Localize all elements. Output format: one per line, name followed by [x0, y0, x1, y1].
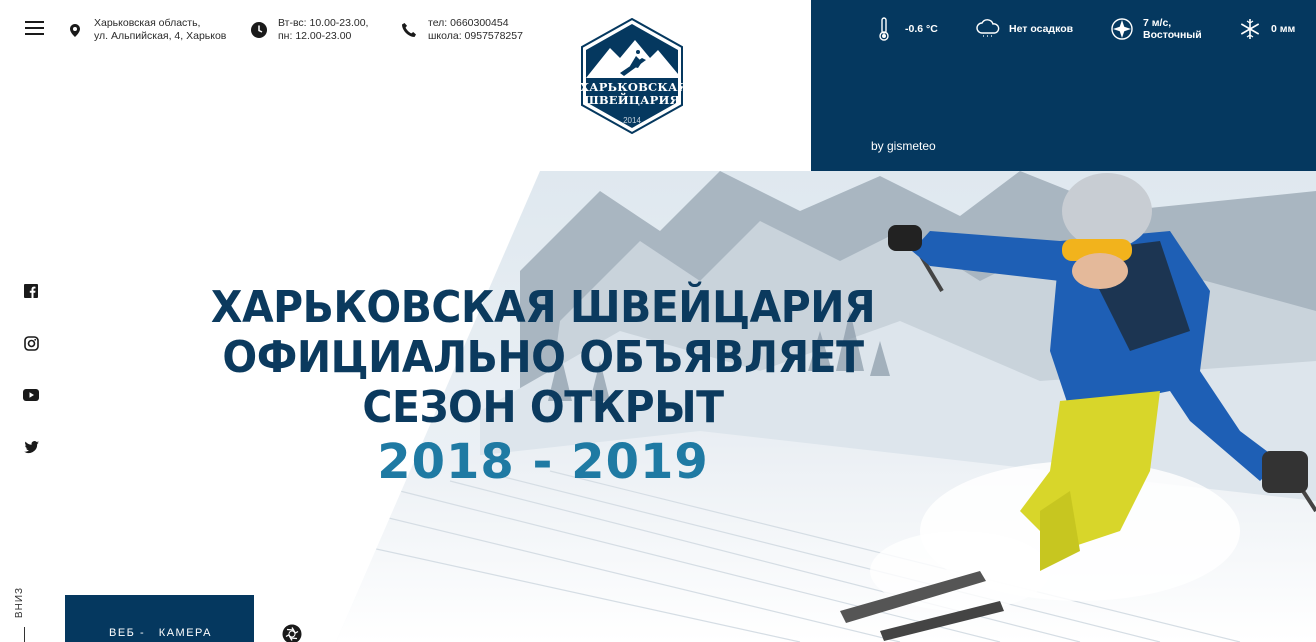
- precipitation-value: Нет осадков: [1009, 23, 1074, 35]
- hours-line-1: Вт-вс: 10.00-23.00,: [278, 17, 369, 29]
- logo-title-line-2: ШВЕЙЦАРИЯ: [584, 93, 680, 107]
- headline-line-3: СЕЗОН ОТКРЫТ: [362, 382, 724, 433]
- youtube-icon[interactable]: [22, 386, 40, 404]
- weather-wind: 7 м/с, Восточный: [1109, 16, 1202, 42]
- cloud-icon: [975, 16, 1001, 42]
- weather-snow: 0 мм: [1237, 16, 1295, 42]
- address-line-1: Харьковская область,: [94, 17, 201, 29]
- gismeteo-link[interactable]: by gismeteo: [871, 139, 936, 153]
- phone-line-1[interactable]: тел: 0660300454: [428, 17, 523, 30]
- hours-line-2: пн: 12.00-23.00: [278, 29, 352, 42]
- temperature-value: -0.6 °C: [905, 23, 938, 35]
- weather-temperature: -0.6 °C: [871, 16, 938, 42]
- camera-aperture-icon[interactable]: [282, 624, 302, 642]
- scroll-down-link[interactable]: ВНИЗ: [14, 583, 32, 642]
- headline-line-2: ОФИЦИАЛЬНО ОБЪЯВЛЯЕТ: [222, 332, 864, 383]
- scroll-down-label: ВНИЗ: [14, 586, 26, 619]
- wind-direction: Восточный: [1143, 29, 1202, 41]
- address-line-2: ул. Альпийская, 4, Харьков: [94, 29, 227, 42]
- address-info: Харьковская область, ул. Альпийская, 4, …: [66, 17, 226, 42]
- scroll-down-line: [24, 627, 25, 642]
- site-logo[interactable]: ХАРЬКОВСКАЯ ШВЕЙЦАРИЯ 2014: [580, 18, 688, 134]
- wind-speed: 7 м/с,: [1143, 17, 1172, 29]
- headline-line-1: ХАРЬКОВСКАЯ ШВЕЙЦАРИЯ: [210, 282, 876, 333]
- phone-info: тел: 0660300454 школа: 0957578257: [400, 17, 523, 42]
- phone-line-2[interactable]: школа: 0957578257: [428, 30, 523, 43]
- webcam-label: ВЕБ - КАМЕРА: [109, 627, 212, 639]
- opening-hours-info: Вт-вс: 10.00-23.00, пн: 12.00-23.00: [250, 17, 368, 42]
- twitter-icon[interactable]: [22, 438, 40, 456]
- logo-year: 2014: [623, 116, 641, 125]
- hero-headline: ХАРЬКОВСКАЯ ШВЕЙЦАРИЯ ОФИЦИАЛЬНО ОБЪЯВЛЯ…: [160, 283, 926, 491]
- facebook-icon[interactable]: [22, 282, 40, 300]
- top-bar: Харьковская область, ул. Альпийская, 4, …: [0, 0, 811, 60]
- weather-panel: -0.6 °C Нет осадков 7 м/с, Восточный 0 м…: [811, 0, 1316, 171]
- weather-precipitation: Нет осадков: [975, 16, 1073, 42]
- instagram-icon[interactable]: [22, 334, 40, 352]
- webcam-button[interactable]: ВЕБ - КАМЕРА: [65, 595, 254, 642]
- snowflake-icon: [1237, 16, 1263, 42]
- map-pin-icon: [66, 21, 84, 39]
- hamburger-menu-icon[interactable]: [25, 21, 44, 35]
- hero-section: ХАРЬКОВСКАЯ ШВЕЙЦАРИЯ ОФИЦИАЛЬНО ОБЪЯВЛЯ…: [0, 171, 1316, 642]
- clock-icon: [250, 21, 268, 39]
- logo-title-line-1: ХАРЬКОВСКАЯ: [580, 80, 688, 94]
- wind-compass-icon: [1109, 16, 1135, 42]
- phone-icon: [400, 21, 418, 39]
- thermometer-icon: [871, 16, 897, 42]
- season-years: 2018 - 2019: [377, 434, 709, 490]
- snow-value: 0 мм: [1271, 23, 1296, 35]
